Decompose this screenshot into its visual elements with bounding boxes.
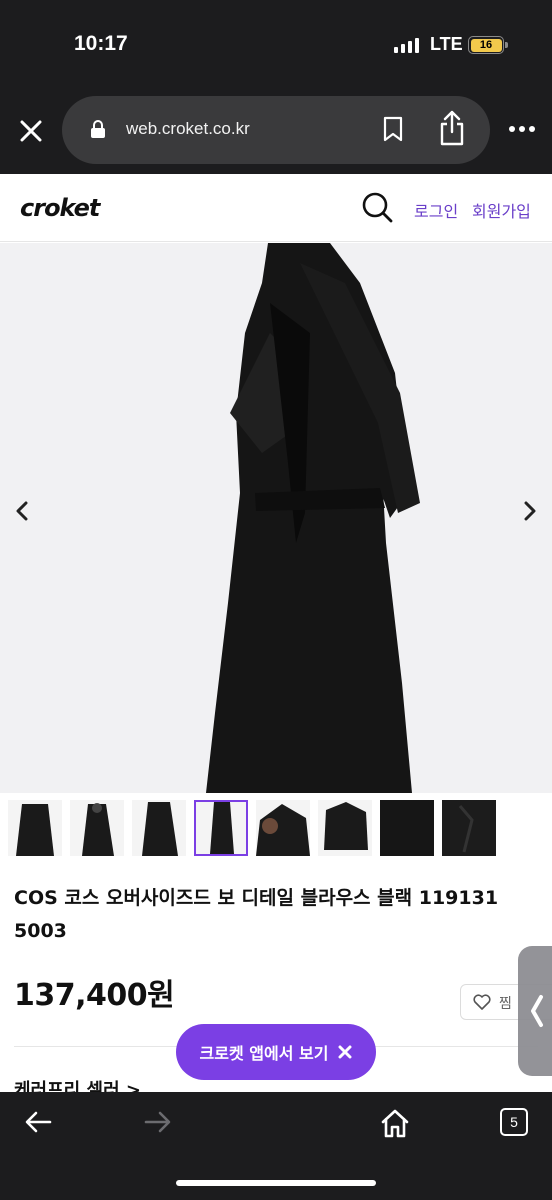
thumbnail[interactable] bbox=[70, 800, 124, 856]
forward-icon[interactable] bbox=[144, 1110, 172, 1134]
search-icon[interactable] bbox=[360, 190, 394, 224]
chevron-right-icon[interactable] bbox=[516, 497, 544, 525]
open-in-app-label: 크로켓 앱에서 보기 bbox=[199, 1044, 329, 1063]
battery-icon: 16 bbox=[468, 36, 504, 54]
product-title: COS 코스 오버사이즈드 보 디테일 블라우스 블랙 119131 5003 bbox=[14, 887, 499, 942]
back-icon[interactable] bbox=[24, 1110, 52, 1134]
thumbnail[interactable] bbox=[318, 800, 372, 856]
product-price: 137,400원 bbox=[14, 978, 175, 1013]
thumbnail-active[interactable] bbox=[194, 800, 248, 856]
signal-icon bbox=[394, 37, 420, 53]
model-illustration bbox=[0, 243, 552, 793]
site-logo[interactable]: croket bbox=[20, 194, 100, 222]
status-time: 10:17 bbox=[74, 32, 128, 55]
web-content: croket 로그인 회원가입 COS 코스 오버사이즈드 보 디테일 블라우스… bbox=[0, 174, 552, 1092]
seller-link[interactable]: 케러프리 셀러 > bbox=[14, 1076, 141, 1092]
side-drawer-handle[interactable] bbox=[518, 946, 552, 1076]
more-icon[interactable] bbox=[508, 124, 536, 134]
status-bar: 10:17 LTE 16 bbox=[0, 0, 552, 90]
chevron-left-icon bbox=[531, 995, 543, 1027]
browser-toolbar: 5 bbox=[0, 1092, 552, 1200]
open-in-app-button[interactable]: 크로켓 앱에서 보기 bbox=[176, 1024, 376, 1080]
bookmark-icon[interactable] bbox=[382, 116, 404, 142]
close-icon[interactable] bbox=[338, 1045, 352, 1059]
thumbnail[interactable] bbox=[8, 800, 62, 856]
thumbnail-strip bbox=[0, 800, 552, 858]
site-header: croket 로그인 회원가입 bbox=[0, 174, 552, 242]
network-label: LTE bbox=[430, 34, 463, 54]
thumbnail[interactable] bbox=[256, 800, 310, 856]
share-icon[interactable] bbox=[438, 110, 466, 146]
browser-address-row: web.croket.co.kr bbox=[0, 90, 552, 174]
product-photo[interactable] bbox=[0, 243, 552, 793]
close-icon[interactable] bbox=[16, 116, 46, 146]
url-text[interactable]: web.croket.co.kr bbox=[126, 119, 250, 139]
chevron-left-icon[interactable] bbox=[8, 497, 36, 525]
lock-icon bbox=[91, 120, 105, 138]
heart-icon bbox=[473, 994, 491, 1010]
login-link[interactable]: 로그인 bbox=[414, 198, 458, 222]
home-icon[interactable] bbox=[380, 1108, 410, 1138]
thumbnail[interactable] bbox=[442, 800, 496, 856]
battery-tip bbox=[505, 42, 508, 48]
battery-level: 16 bbox=[470, 38, 502, 52]
signup-link[interactable]: 회원가입 bbox=[472, 198, 531, 222]
tabs-button[interactable]: 5 bbox=[500, 1108, 528, 1136]
home-indicator bbox=[176, 1180, 376, 1186]
thumbnail[interactable] bbox=[132, 800, 186, 856]
thumbnail[interactable] bbox=[380, 800, 434, 856]
like-label: 찜 bbox=[499, 996, 512, 1012]
address-bar[interactable]: web.croket.co.kr bbox=[62, 96, 490, 164]
